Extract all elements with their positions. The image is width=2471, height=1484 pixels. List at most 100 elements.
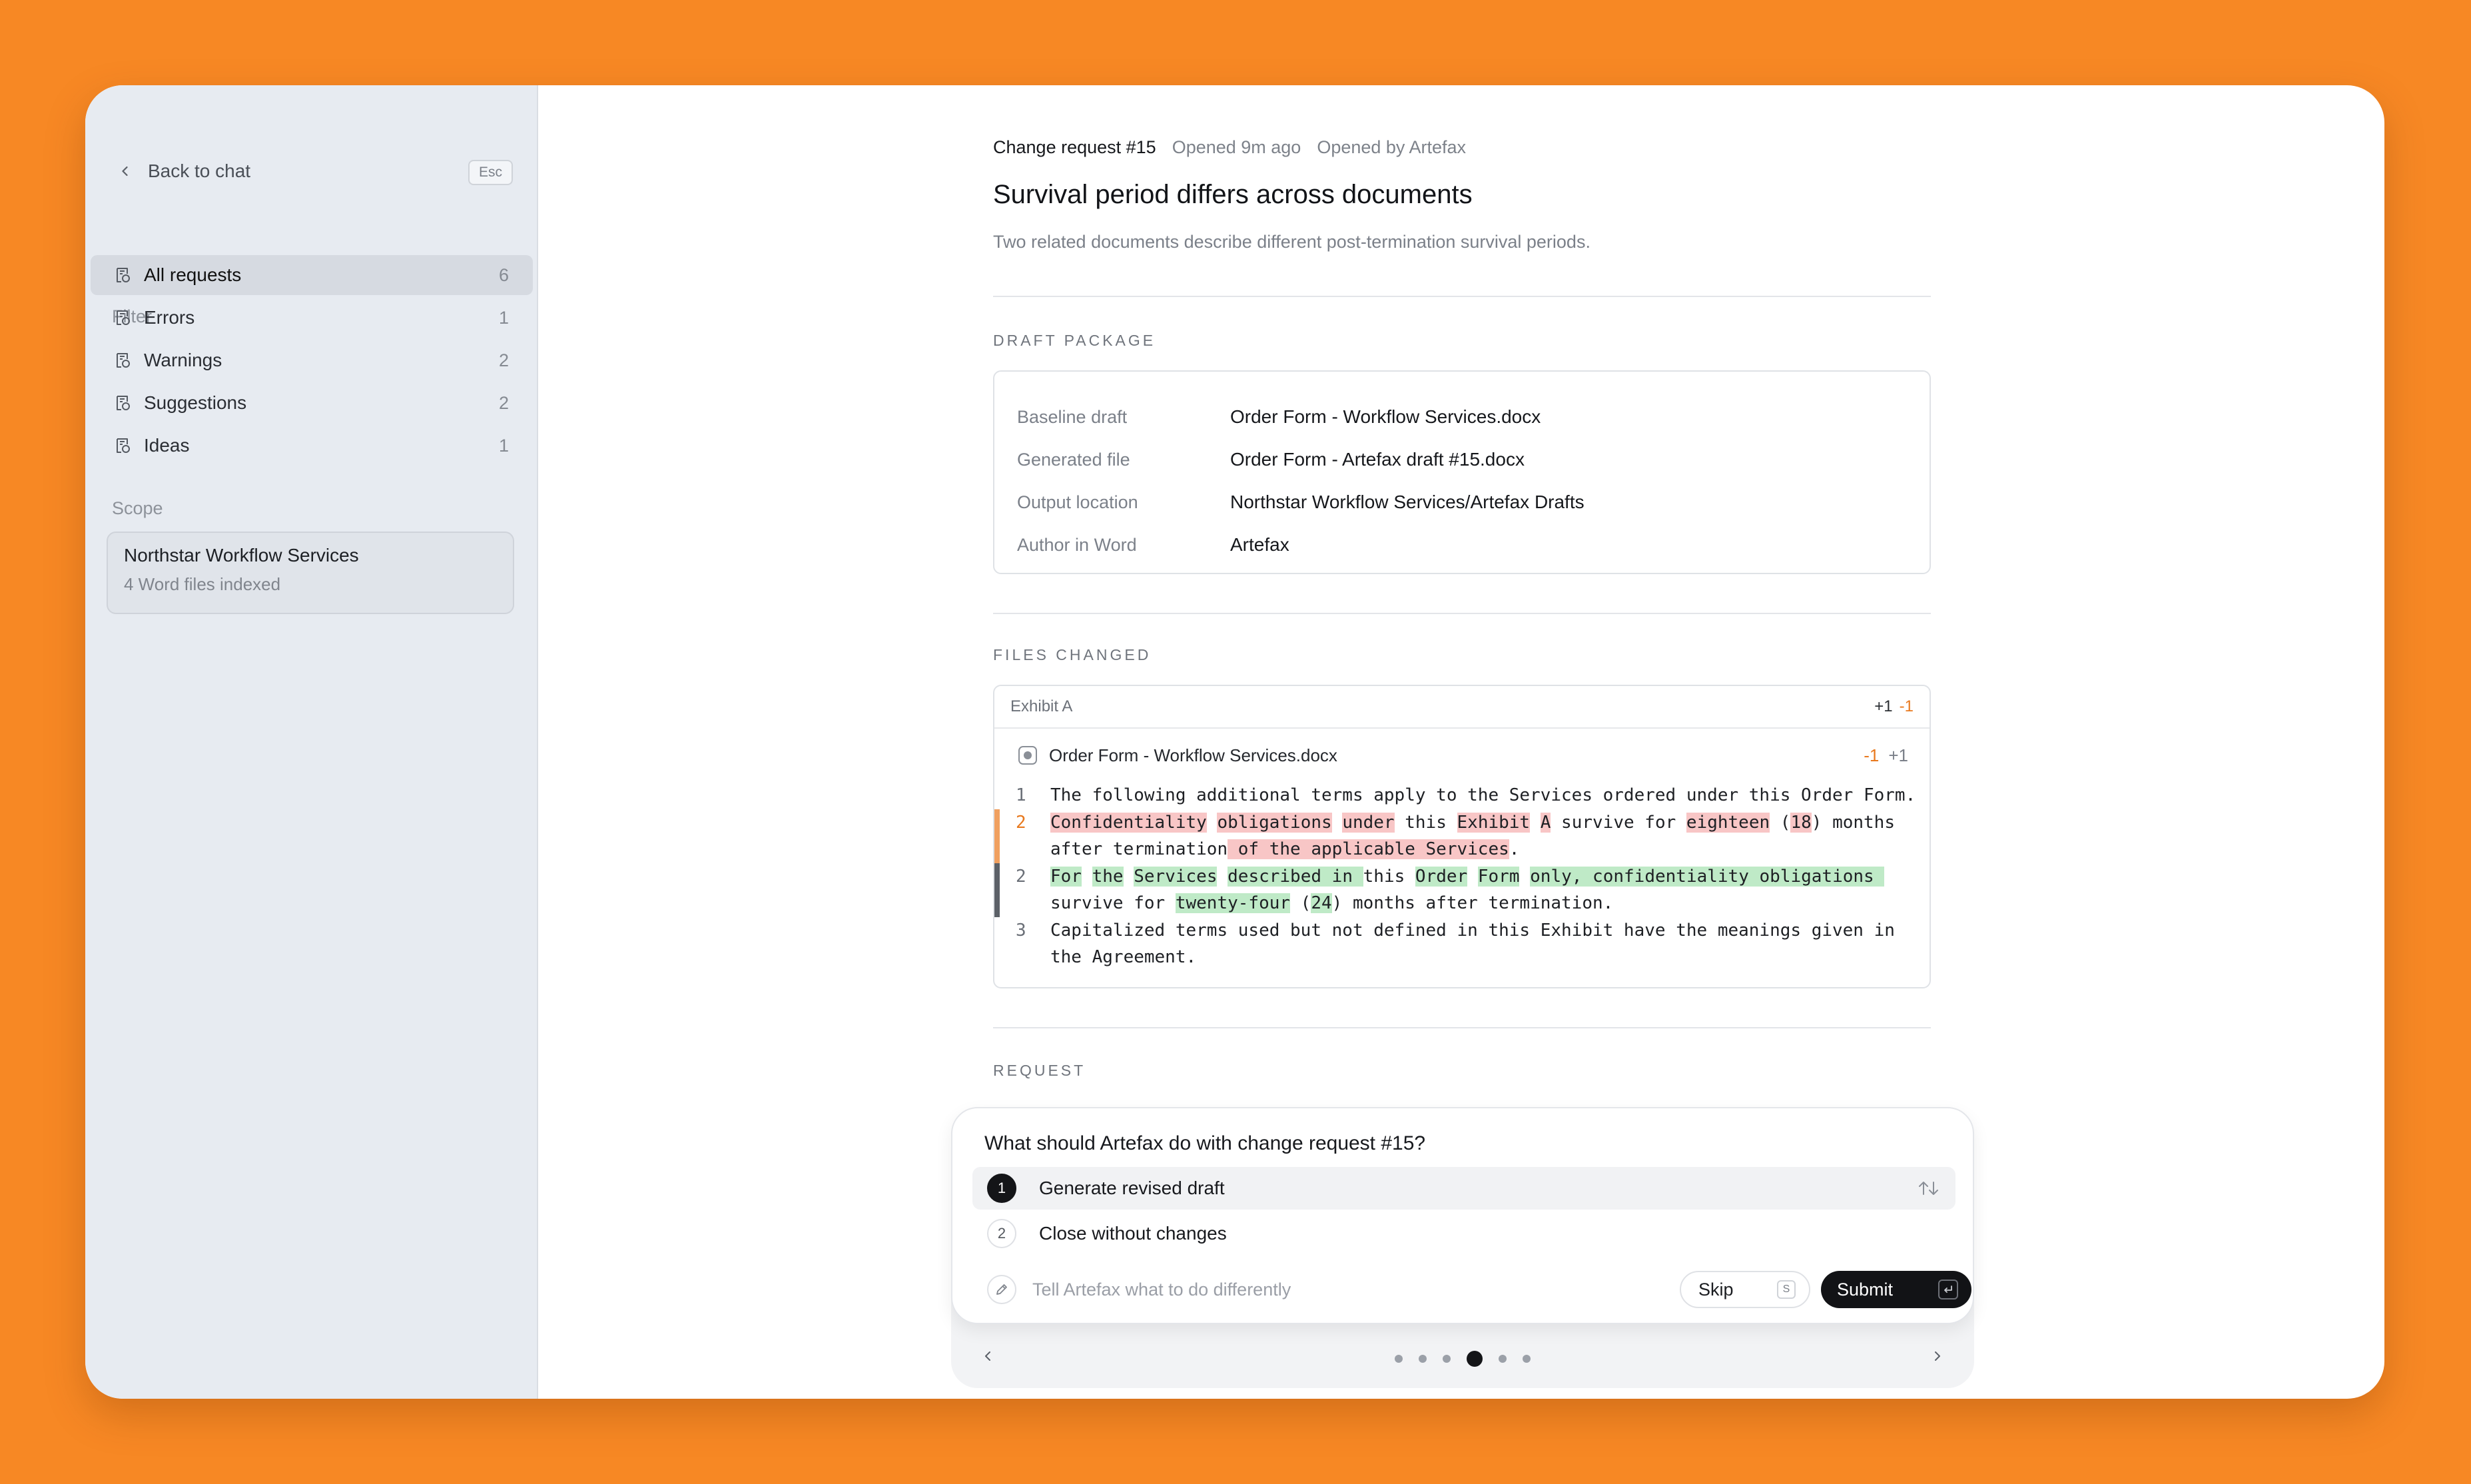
diff-line: 3 Capitalized terms used but not defined … bbox=[994, 917, 1930, 971]
diff-segment: the bbox=[1092, 866, 1124, 887]
request-filter-icon bbox=[112, 349, 135, 372]
request-filter-icon bbox=[112, 306, 135, 329]
pencil-icon bbox=[987, 1275, 1016, 1304]
diff-line-removed: 2 Confidentiality obligations under this … bbox=[994, 809, 1930, 863]
next-request-chevron-icon[interactable] bbox=[1924, 1343, 1950, 1369]
diff-segment: obligations bbox=[1217, 812, 1332, 833]
submit-button[interactable]: Submit bbox=[1821, 1271, 1971, 1308]
draft-package-card: Baseline draft Order Form - Workflow Serv… bbox=[993, 370, 1931, 574]
filter-item-errors[interactable]: Errors 1 bbox=[91, 298, 533, 338]
request-caption: REQUEST bbox=[993, 1062, 1086, 1079]
diff-segment: ( bbox=[1290, 893, 1311, 913]
divider bbox=[993, 1027, 1931, 1028]
enter-key-icon bbox=[1938, 1280, 1958, 1299]
diff-segment: of the applicable Services bbox=[1228, 839, 1509, 859]
filter-label: Warnings bbox=[144, 350, 222, 370]
diff-segment: eighteen bbox=[1686, 812, 1770, 833]
diff-file-row[interactable]: Order Form - Workflow Services.docx -1 +… bbox=[994, 729, 1930, 782]
question-dock: What should Artefax do with change reque… bbox=[951, 1107, 1974, 1388]
filter-item-warnings[interactable]: Warnings 2 bbox=[91, 340, 533, 380]
request-title: Survival period differs across documents bbox=[993, 180, 1473, 209]
diff-file-name: Order Form - Workflow Services.docx bbox=[1049, 745, 1337, 765]
scope-subtitle: 4 Word files indexed bbox=[124, 574, 281, 594]
request-meta: Change request #15 Opened 9m ago Opened … bbox=[993, 137, 1466, 158]
filter-item-all-requests[interactable]: All requests 6 bbox=[91, 255, 533, 295]
skip-label: Skip bbox=[1698, 1279, 1734, 1299]
scope-label: Scope bbox=[112, 498, 163, 518]
diff-section-header[interactable]: Exhibit A +1 -1 bbox=[994, 686, 1930, 729]
option-label: Close without changes bbox=[1039, 1223, 1227, 1244]
option-close-without-changes[interactable]: 2 Close without changes bbox=[972, 1212, 1955, 1255]
files-changed-caption: FILES CHANGED bbox=[993, 646, 1152, 663]
diff-segment bbox=[1124, 867, 1134, 887]
draft-package-key: Generated file bbox=[1017, 449, 1130, 470]
option-generate-revised-draft[interactable]: 1 Generate revised draft bbox=[972, 1167, 1955, 1210]
option-number: 1 bbox=[987, 1174, 1016, 1203]
draft-package-value: Artefax bbox=[1230, 534, 1289, 555]
diff-segment: The following additional terms apply to … bbox=[1050, 785, 1916, 805]
diff-segment: Exhibit bbox=[1457, 812, 1531, 833]
diff-line-text: Confidentiality obligations under this E… bbox=[1050, 809, 1930, 863]
filter-item-suggestions[interactable]: Suggestions 2 bbox=[91, 383, 533, 423]
diff-segment: 18 bbox=[1790, 812, 1812, 833]
request-filter-icon bbox=[112, 392, 135, 414]
diff-line-text: For the Services described in this Order… bbox=[1050, 863, 1930, 917]
diff-segment bbox=[1519, 867, 1530, 887]
diff-line-number: 2 bbox=[1016, 812, 1026, 833]
pager-dots bbox=[951, 1351, 1974, 1367]
pager-dot[interactable] bbox=[1395, 1355, 1403, 1363]
request-id: Change request #15 bbox=[993, 137, 1156, 157]
request-filter-icon bbox=[112, 264, 135, 286]
diff-section-name: Exhibit A bbox=[1010, 697, 1073, 715]
scope-card[interactable]: Northstar Workflow Services 4 Word files… bbox=[107, 532, 514, 614]
diff-line-number: 2 bbox=[1016, 866, 1026, 887]
option-number: 2 bbox=[987, 1219, 1016, 1248]
draft-package-row: Author in Word Artefax bbox=[1017, 524, 1907, 566]
diff-segment bbox=[1082, 867, 1092, 887]
diff-segment: under bbox=[1342, 812, 1395, 833]
diff-additions-count: +1 bbox=[1874, 697, 1893, 715]
diff-segment: this bbox=[1394, 812, 1457, 833]
diff-segment: Services bbox=[1134, 866, 1218, 887]
filter-label: Ideas bbox=[144, 435, 190, 456]
divider bbox=[993, 613, 1931, 614]
custom-instruction-input[interactable] bbox=[1032, 1279, 1605, 1300]
request-opened-time: Opened 9m ago bbox=[1172, 137, 1301, 157]
filter-count: 6 bbox=[498, 264, 509, 285]
pager-dot[interactable] bbox=[1499, 1355, 1507, 1363]
diff-segment: ( bbox=[1770, 812, 1791, 833]
option-label: Generate revised draft bbox=[1039, 1178, 1225, 1198]
filter-label: All requests bbox=[144, 264, 242, 285]
pager-dot[interactable] bbox=[1443, 1355, 1451, 1363]
request-pager bbox=[951, 1324, 1974, 1388]
sidebar: Back to chat Esc Filter All requests 6 Err… bbox=[85, 85, 538, 1399]
draft-package-row: Generated file Order Form - Artefax draft… bbox=[1017, 438, 1907, 481]
back-to-chat-button[interactable]: Back to chat Esc bbox=[111, 155, 513, 188]
diff-segment: this bbox=[1363, 866, 1415, 887]
diff-segment: Capitalized terms used but not defined i… bbox=[1050, 920, 1906, 968]
scope-title: Northstar Workflow Services bbox=[124, 545, 359, 565]
pager-dot-current[interactable] bbox=[1467, 1351, 1483, 1367]
skip-button[interactable]: Skip S bbox=[1680, 1271, 1810, 1308]
file-deletions-count: -1 bbox=[1864, 745, 1880, 765]
request-opened-by: Opened by Artefax bbox=[1317, 137, 1466, 157]
diff-segment: survive for bbox=[1551, 812, 1686, 833]
request-filter-icon bbox=[112, 434, 135, 457]
back-to-chat-label: Back to chat bbox=[148, 161, 251, 181]
diff-segment bbox=[1530, 813, 1541, 833]
diff-segment bbox=[1332, 813, 1343, 833]
filter-label: Suggestions bbox=[144, 392, 247, 413]
main-panel: Change request #15 Opened 9m ago Opened … bbox=[538, 85, 2384, 1399]
filter-item-ideas[interactable]: Ideas 1 bbox=[91, 426, 533, 466]
diff-line: 1 The following additional terms apply to… bbox=[994, 782, 1930, 809]
filter-count: 1 bbox=[498, 307, 509, 328]
diff-segment: only, confidentiality obligations bbox=[1530, 866, 1885, 887]
reorder-arrows-icon[interactable] bbox=[1917, 1176, 1941, 1200]
draft-package-row: Output location Northstar Workflow Servic… bbox=[1017, 481, 1907, 524]
app-window: Back to chat Esc Filter All requests 6 Err… bbox=[85, 85, 2384, 1399]
pager-dot[interactable] bbox=[1523, 1355, 1531, 1363]
pager-dot[interactable] bbox=[1419, 1355, 1427, 1363]
question-panel: What should Artefax do with change reque… bbox=[951, 1107, 1974, 1324]
file-icon bbox=[1016, 743, 1040, 767]
draft-package-value: Northstar Workflow Services/Artefax Draf… bbox=[1230, 492, 1585, 512]
